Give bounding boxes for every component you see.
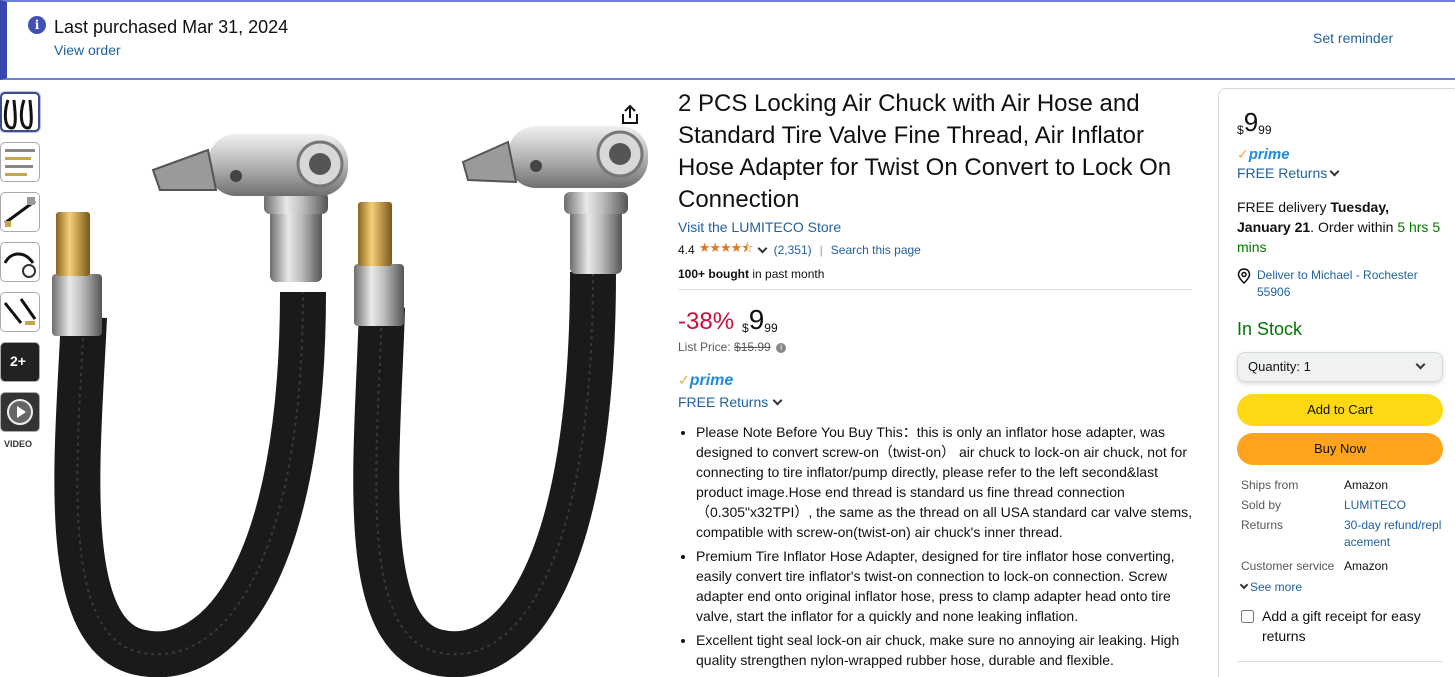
divider xyxy=(678,289,1192,290)
discount-percent: -38% xyxy=(678,308,735,335)
divider xyxy=(1237,661,1443,662)
bought-count: 100+ bought in past month xyxy=(678,267,1194,281)
free-returns[interactable]: FREE Returns xyxy=(1237,165,1344,181)
stock-status: In Stock xyxy=(1237,319,1303,339)
delivery-mid: . Order within xyxy=(1310,219,1394,235)
bought-count-bold: 100+ bought xyxy=(678,267,750,281)
ships-from-value: Amazon xyxy=(1344,478,1389,492)
delivery-prefix: FREE delivery xyxy=(1237,199,1327,215)
free-returns-link[interactable]: FREE Returns xyxy=(678,394,768,410)
chevron-down-icon[interactable] xyxy=(1329,166,1340,177)
thumbnail-4[interactable] xyxy=(0,242,40,282)
deliver-to-link[interactable]: Deliver to Michael - Rochester 55906 xyxy=(1257,267,1441,301)
location-pin-icon xyxy=(1237,268,1251,284)
quantity-value: 1 xyxy=(1303,359,1311,374)
banner-title: Last purchased Mar 31, 2024 xyxy=(54,17,289,37)
list-item: Premium Tire Inflator Hose Adapter, desi… xyxy=(696,546,1194,626)
info-icon: i xyxy=(28,16,46,34)
product-details: 2 PCS Locking Air Chuck with Air Hose an… xyxy=(678,88,1194,674)
gift-receipt-checkbox[interactable] xyxy=(1241,609,1254,623)
see-more-toggle[interactable]: See more xyxy=(1239,580,1302,594)
prime-badge: ✓prime xyxy=(1237,146,1441,163)
thumbnail-2[interactable] xyxy=(0,142,40,182)
list-price: List Price: $15.99 i xyxy=(678,340,1194,354)
bought-count-rest: in past month xyxy=(752,267,825,281)
video-label: VIDEO xyxy=(4,439,33,449)
sold-by-label: Sold by xyxy=(1241,498,1282,512)
customer-service-value: Amazon xyxy=(1344,559,1389,573)
returns-label: Returns xyxy=(1241,518,1284,532)
quantity-label: Quantity: xyxy=(1248,359,1301,374)
see-more-link[interactable]: See more xyxy=(1250,580,1302,594)
customer-service-label: Customer service xyxy=(1241,559,1335,573)
free-returns-link[interactable]: FREE Returns xyxy=(1237,165,1327,181)
list-price-value: $15.99 xyxy=(734,340,771,354)
price-currency: $ xyxy=(1237,123,1244,137)
thumbnail-video[interactable] xyxy=(0,392,40,432)
product-title: 2 PCS Locking Air Chuck with Air Hose an… xyxy=(678,90,1172,213)
share-icon[interactable] xyxy=(617,102,643,128)
chevron-down-icon[interactable] xyxy=(757,243,768,254)
more-images-label: 2+ xyxy=(10,353,26,369)
price-currency: $ xyxy=(742,321,749,335)
prime-check-icon: ✓ xyxy=(1237,146,1249,162)
delivery-info: FREE delivery Tuesday, January 21. Order… xyxy=(1237,197,1441,257)
list-price-label: List Price: xyxy=(678,340,731,354)
buybox-price: $999 xyxy=(1237,107,1441,138)
star-rating-icon[interactable]: ★★★★⯪ xyxy=(699,239,754,261)
price-fraction: 99 xyxy=(764,321,778,335)
feature-bullets: Please Note Before You Buy This：this is … xyxy=(678,422,1194,670)
deliver-to[interactable]: Deliver to Michael - Rochester 55906 xyxy=(1237,267,1441,301)
price-whole: 9 xyxy=(1243,107,1259,137)
info-icon[interactable]: i xyxy=(776,342,787,353)
rating-value: 4.4 xyxy=(678,243,695,257)
list-item: Excellent tight seal lock-on air chuck, … xyxy=(696,630,1194,670)
main-product-image[interactable] xyxy=(48,92,658,677)
gift-receipt-label: Add a gift receipt for easy returns xyxy=(1262,607,1421,644)
list-item: Please Note Before You Buy This：this is … xyxy=(696,422,1194,542)
chevron-down-icon xyxy=(1239,580,1249,590)
add-to-cart-button[interactable]: Add to Cart xyxy=(1237,394,1443,426)
set-reminder-link[interactable]: Set reminder xyxy=(1313,30,1393,46)
quantity-select[interactable]: Quantity: 1 xyxy=(1237,352,1443,382)
review-count-link[interactable]: (2,351) xyxy=(774,243,812,257)
current-price: $999 xyxy=(742,304,778,336)
last-purchased-banner: i Last purchased Mar 31, 2024 View order… xyxy=(0,0,1455,80)
ships-from-label: Ships from xyxy=(1241,478,1299,492)
thumbnail-more[interactable]: 2+ xyxy=(0,342,40,382)
view-order-link[interactable]: View order xyxy=(54,42,121,58)
price-whole: 9 xyxy=(748,304,765,335)
sold-by-link[interactable]: LUMITECO xyxy=(1344,497,1444,514)
gift-receipt-option[interactable]: Add a gift receipt for easy returns xyxy=(1237,606,1441,646)
chevron-down-icon xyxy=(1415,359,1426,370)
seller-details: Ships from Amazon Sold by LUMITECO Retur… xyxy=(1237,477,1441,575)
free-returns[interactable]: FREE Returns xyxy=(678,394,787,410)
play-icon xyxy=(7,399,33,425)
prime-logo: prime xyxy=(1248,146,1290,163)
thumbnail-3[interactable] xyxy=(0,192,40,232)
price-fraction: 99 xyxy=(1258,123,1272,137)
buy-box: $999 ✓prime FREE Returns FREE delivery T… xyxy=(1218,88,1455,677)
thumbnail-1[interactable] xyxy=(0,92,40,132)
thumbnail-strip: 2+ xyxy=(0,92,42,442)
search-this-page-link[interactable]: Search this page xyxy=(831,243,921,257)
prime-badge: ✓prime xyxy=(678,372,1194,390)
chevron-down-icon[interactable] xyxy=(772,395,783,406)
separator: | xyxy=(819,243,823,257)
rating-row: 4.4 ★★★★⯪ (2,351) | Search this page xyxy=(678,239,1194,261)
store-link[interactable]: Visit the LUMITECO Store xyxy=(678,219,1194,235)
returns-policy-link[interactable]: 30-day refund/replacement xyxy=(1344,517,1444,551)
thumbnail-5[interactable] xyxy=(0,292,40,332)
price-row: -38% $999 xyxy=(678,304,1194,336)
prime-logo: prime xyxy=(689,372,734,389)
prime-check-icon: ✓ xyxy=(678,372,690,388)
buy-now-button[interactable]: Buy Now xyxy=(1237,433,1443,465)
